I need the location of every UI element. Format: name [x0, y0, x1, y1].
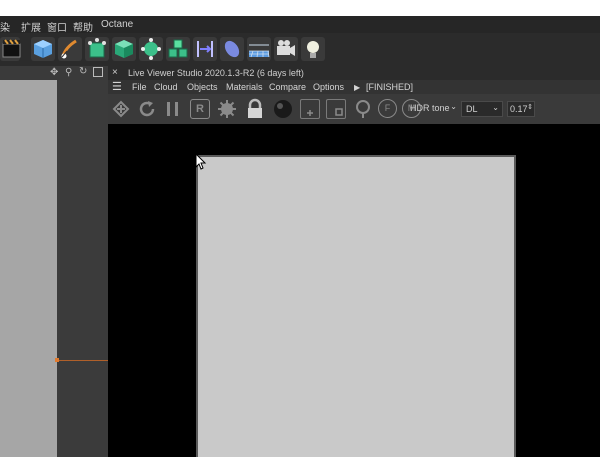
pick-focus-icon[interactable]: [352, 98, 374, 120]
deformer-icon[interactable]: [193, 37, 217, 61]
material-ball-icon[interactable]: [272, 98, 294, 120]
menu-item-octane[interactable]: Octane: [101, 19, 133, 30]
live-viewer-menubar: ☰ File Cloud Objects Materials Compare O…: [108, 80, 600, 94]
capsule-icon[interactable]: [220, 37, 244, 61]
maximize-icon[interactable]: [93, 67, 103, 77]
clapper-icon[interactable]: [0, 37, 21, 61]
viewport-handle[interactable]: [55, 358, 59, 362]
region-render-icon[interactable]: R: [190, 99, 210, 119]
lv-menu-cloud[interactable]: Cloud: [154, 82, 178, 92]
move-icon[interactable]: ✥: [50, 67, 58, 78]
lv-menu-materials[interactable]: Materials: [226, 82, 263, 92]
floor-icon[interactable]: [247, 37, 271, 61]
kernel-select[interactable]: DL ⌄: [461, 101, 503, 117]
focus-picker-icon[interactable]: F: [378, 99, 397, 118]
left-panel-header: ✥ ⚲ ↻: [0, 66, 108, 81]
close-icon[interactable]: ×: [112, 67, 118, 78]
light-icon[interactable]: [301, 37, 325, 61]
stepper-arrows-icon[interactable]: ⇕: [527, 103, 533, 111]
restart-icon[interactable]: [136, 98, 158, 120]
box-icon[interactable]: [112, 37, 136, 61]
top-background: [0, 0, 600, 16]
live-viewer-toolbar: R F M HDR tone ⌄ DL ⌄ 0.17 ⇕: [108, 94, 600, 124]
render-image[interactable]: [198, 157, 514, 457]
chevron-down-icon: ⌄: [492, 103, 499, 112]
menu-item-extensions[interactable]: 扩展: [21, 19, 41, 34]
tonemap-select[interactable]: HDR tone ⌄: [406, 101, 460, 117]
main-menubar: 染 扩展 窗口 帮助 Octane: [0, 16, 600, 34]
settings-gear-icon[interactable]: [216, 98, 238, 120]
pen-icon[interactable]: [58, 37, 82, 61]
clear-region-icon[interactable]: [326, 99, 346, 119]
add-region-icon[interactable]: [300, 99, 320, 119]
live-viewer-titlebar: × Live Viewer Studio 2020.1.3-R2 (6 days…: [108, 66, 600, 81]
lv-menu-compare[interactable]: Compare: [269, 82, 306, 92]
value-stepper[interactable]: 0.17 ⇕: [507, 101, 535, 117]
pause-icon[interactable]: [162, 98, 184, 120]
subdivide-icon[interactable]: [139, 37, 163, 61]
lock-icon[interactable]: [244, 98, 266, 120]
chevron-down-icon: ⌄: [450, 102, 457, 111]
play-arrow-icon[interactable]: ▶: [354, 83, 360, 92]
camera-icon[interactable]: [274, 37, 298, 61]
live-viewer-title: Live Viewer Studio 2020.1.3-R2 (6 days l…: [128, 68, 304, 78]
cube-icon[interactable]: [31, 37, 55, 61]
menu-item-help[interactable]: 帮助: [73, 19, 93, 34]
lv-menu-file[interactable]: File: [132, 82, 147, 92]
array-icon[interactable]: [166, 37, 190, 61]
lv-menu-objects[interactable]: Objects: [187, 82, 218, 92]
refresh-icon[interactable]: ↻: [79, 66, 87, 77]
send-scene-icon[interactable]: [110, 98, 132, 120]
viewport-divider-line: [57, 360, 108, 361]
left-side-strip: [57, 80, 108, 457]
menu-item-render[interactable]: 染: [0, 19, 10, 34]
main-toolbar: [0, 33, 600, 66]
stepper-value: 0.17: [510, 104, 528, 114]
hamburger-icon[interactable]: ☰: [112, 80, 122, 93]
tonemap-value: HDR tone: [410, 103, 450, 113]
extrude-icon[interactable]: [85, 37, 109, 61]
render-status: [FINISHED]: [366, 82, 414, 92]
lv-menu-options[interactable]: Options: [313, 82, 344, 92]
pin-icon[interactable]: ⚲: [65, 67, 72, 78]
mouse-cursor-icon: [195, 152, 207, 171]
kernel-value: DL: [466, 104, 478, 114]
menu-item-window[interactable]: 窗口: [47, 19, 67, 34]
editor-viewport[interactable]: [0, 80, 57, 457]
